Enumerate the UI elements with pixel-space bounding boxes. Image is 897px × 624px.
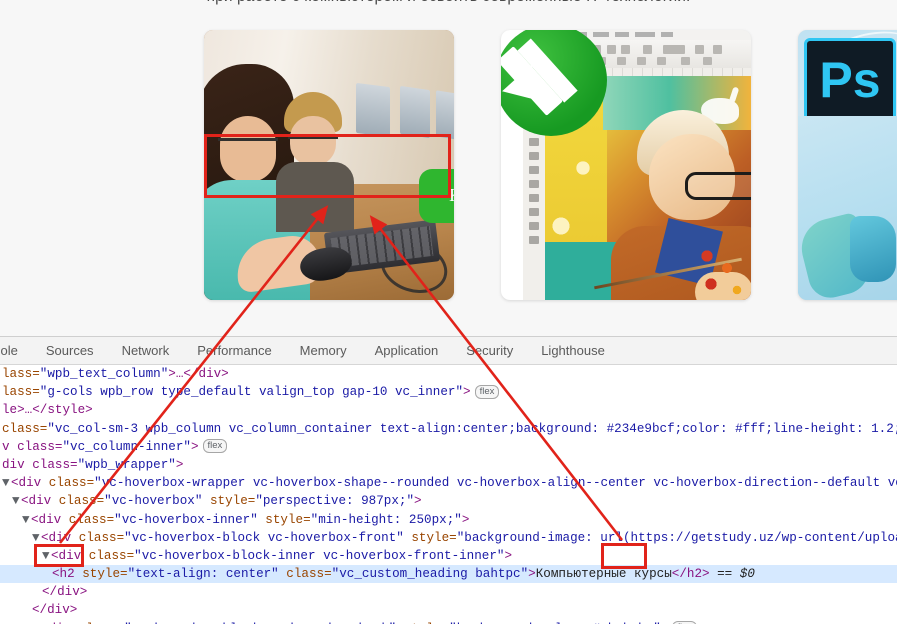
code-token: >…</div> — [168, 367, 229, 381]
code-token: lass= — [2, 385, 40, 400]
code-token: v class= — [2, 439, 63, 454]
code-token: lass= — [2, 367, 40, 381]
code-token: class= — [78, 530, 125, 545]
code-token: <div — [11, 476, 49, 491]
code-token: </div> — [32, 603, 78, 618]
tab-network[interactable]: Network — [108, 337, 184, 364]
dom-code-line[interactable]: ▼<div class="vc-hoverbox-inner" style="m… — [0, 511, 897, 529]
dom-code-line[interactable]: ▼<div class="vc-hoverbox-block vc-hoverb… — [0, 620, 897, 624]
code-token: > — [190, 439, 199, 454]
dom-code-line[interactable]: class="vc_col-sm-3 wpb_column vc_column_… — [0, 420, 897, 438]
code-token: style= — [257, 512, 311, 527]
code-token: div class= — [2, 457, 78, 472]
dom-code-line[interactable]: <h2 style="text-align: center" class="vc… — [0, 565, 897, 584]
annotation-box-h2-open-tag — [34, 544, 84, 567]
dom-code-line[interactable]: lass="wpb_text_column">…</div> — [0, 365, 897, 383]
code-token: "vc_custom_heading bahtpc" — [331, 567, 529, 582]
dom-code-line[interactable]: lass="g-cols wpb_row type_default valign… — [0, 383, 897, 401]
code-token: style= — [403, 530, 457, 545]
tab-security[interactable]: Security — [452, 337, 527, 364]
code-token: "background-image: url(https://getstudy.… — [456, 530, 897, 545]
code-token: "vc-hoverbox-block vc-hoverbox-front" — [124, 530, 404, 545]
page-intro-text: при работе с компьютером и освоить совре… — [0, 0, 897, 6]
coreldraw-screenshot-image — [501, 30, 751, 300]
code-token: > — [463, 385, 471, 400]
code-token: > — [175, 457, 184, 472]
dom-code-line[interactable]: ▼<div class="vc-hoverbox-block-inner vc-… — [0, 547, 897, 565]
code-token: "vc-hoverbox" — [104, 494, 203, 509]
glasses-icon — [685, 172, 751, 200]
code-token: > — [528, 567, 536, 582]
monitor-icon — [436, 90, 454, 140]
photoshop-artwork-image: Ps — [798, 30, 897, 300]
flex-badge[interactable]: flex — [474, 384, 500, 399]
code-token: "text-align: center" — [127, 567, 279, 582]
monitor-icon — [356, 82, 390, 138]
expand-triangle-icon[interactable]: ▼ — [22, 511, 31, 529]
code-token: == — [709, 567, 740, 582]
devtools-tab-bar[interactable]: sole Sources Network Performance Memory … — [0, 337, 897, 365]
tab-application[interactable]: Application — [361, 337, 453, 364]
code-token: "vc_col-sm-3 wpb_column vc_column_contai… — [47, 421, 897, 436]
devtools-panel: sole Sources Network Performance Memory … — [0, 336, 897, 624]
code-token: "wpb_wrapper" — [77, 457, 176, 472]
dom-code-line[interactable]: v class="vc_column-inner"> flex — [0, 438, 897, 456]
code-token: > — [414, 494, 422, 509]
code-token: > — [461, 512, 470, 527]
dom-code-line[interactable]: ▼<div class="vc-hoverbox-block vc-hoverb… — [0, 529, 897, 547]
code-token: <h2 — [52, 567, 83, 582]
dom-code-line[interactable]: ▼<div class="vc-hoverbox-wrapper vc-hove… — [0, 474, 897, 492]
code-token: $0 — [739, 567, 755, 582]
code-token: "min-height: 250px;" — [310, 512, 462, 527]
expand-triangle-icon[interactable]: ▼ — [12, 492, 21, 510]
teal-block — [545, 242, 617, 300]
code-token: <div — [31, 512, 69, 527]
code-token: class= — [88, 548, 135, 563]
code-token: <div — [41, 530, 79, 545]
code-token: "vc_column-inner" — [62, 439, 191, 454]
dom-code-line[interactable]: div class="wpb_wrapper"> — [0, 456, 897, 474]
expand-triangle-icon[interactable]: ▼ — [2, 474, 11, 492]
code-token: "perspective: 987px;" — [255, 494, 415, 509]
code-token: "vc-hoverbox-wrapper vc-hoverbox-shape--… — [94, 476, 897, 491]
code-token: style= — [202, 494, 256, 509]
expand-triangle-icon[interactable]: ▼ — [32, 620, 41, 624]
monitor-icon — [400, 85, 430, 139]
flex-badge[interactable]: flex — [202, 439, 228, 454]
course-card-coreldraw[interactable]: CorelDraw — [501, 30, 751, 300]
code-token: </div> — [42, 585, 88, 600]
tab-lighthouse[interactable]: Lighthouse — [527, 337, 619, 364]
dom-code-line[interactable]: </div> — [0, 601, 897, 619]
annotation-box-button — [204, 134, 451, 198]
code-token: class= — [278, 567, 332, 582]
code-token: "wpb_text_column" — [39, 367, 169, 381]
code-token: class= — [68, 512, 115, 527]
code-token: "vc-hoverbox-block-inner vc-hoverbox-fro… — [134, 548, 505, 563]
abstract-artwork — [798, 116, 897, 300]
tab-sources[interactable]: Sources — [32, 337, 108, 364]
code-token: class= — [58, 494, 105, 509]
code-token: class= — [2, 421, 48, 436]
code-token: "g-cols wpb_row type_default valign_top … — [39, 385, 464, 400]
code-token: > — [504, 548, 513, 563]
code-token: le>…</style> — [2, 403, 93, 418]
dom-code-line[interactable]: ▼<div class="vc-hoverbox" style="perspec… — [0, 492, 897, 510]
code-token: class= — [48, 476, 95, 491]
tab-console[interactable]: sole — [0, 337, 32, 364]
flowers-decoration — [691, 240, 751, 300]
dom-code-line[interactable]: le>…</style> — [0, 401, 897, 419]
dom-tree-code[interactable]: lass="wpb_text_column">…</div> lass="g-co… — [0, 365, 897, 624]
course-card-photoshop[interactable]: Ps Ph — [798, 30, 897, 300]
code-token: "vc-hoverbox-inner" — [114, 512, 258, 527]
code-token: </h2> — [671, 567, 710, 582]
code-token: Компьютерные курсы — [535, 567, 672, 582]
annotation-box-h2-close-tag — [601, 543, 647, 569]
dom-code-line[interactable]: </div> — [0, 583, 897, 601]
code-token: style= — [82, 567, 128, 582]
tab-performance[interactable]: Performance — [183, 337, 285, 364]
tab-memory[interactable]: Memory — [286, 337, 361, 364]
code-token: <div — [21, 494, 59, 509]
